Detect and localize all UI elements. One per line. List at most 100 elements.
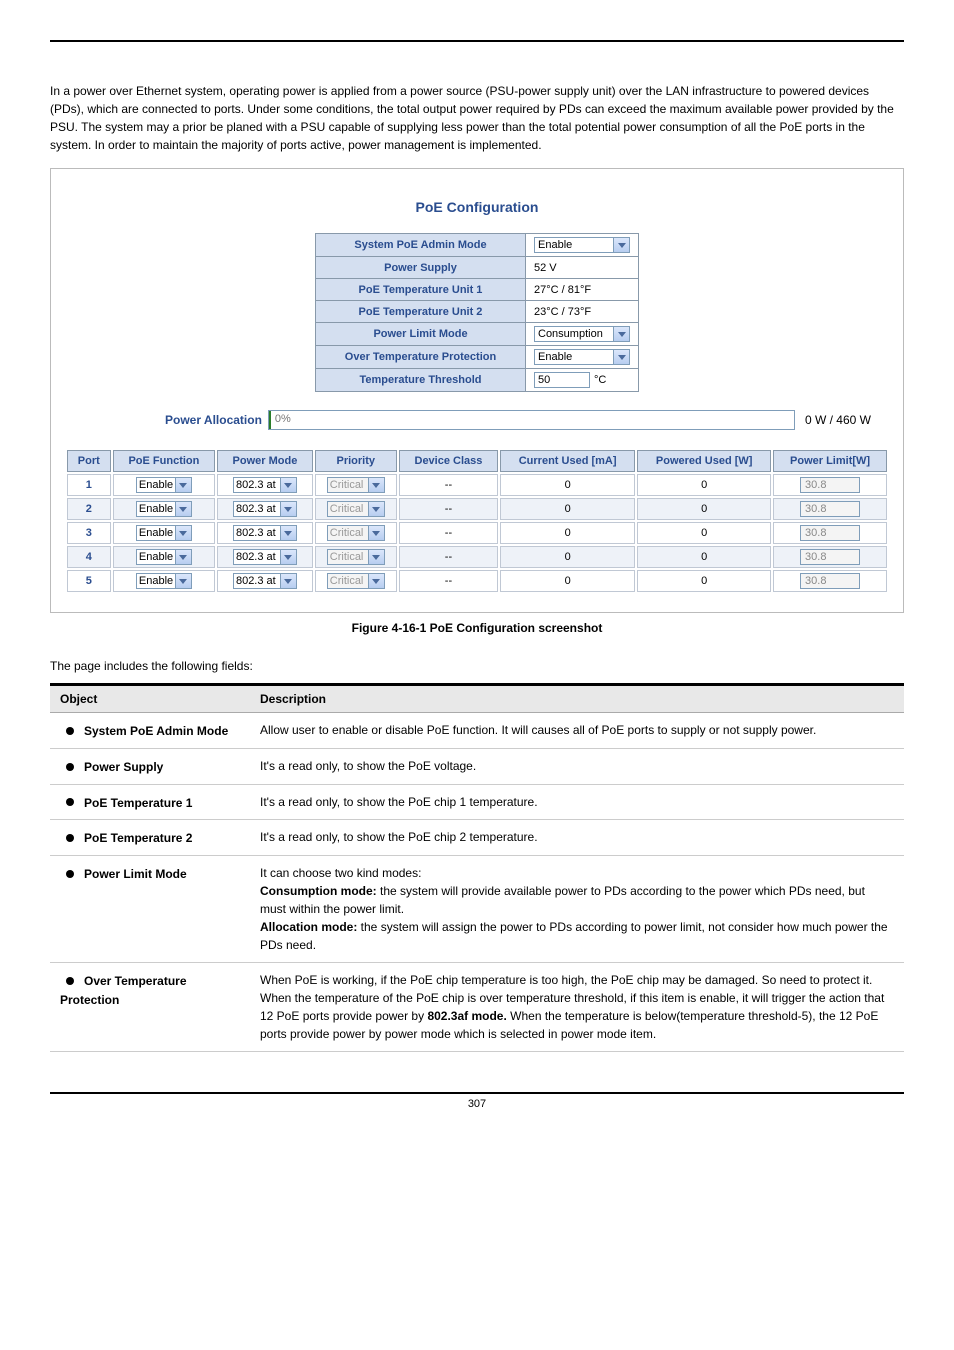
cell-device-class: -- xyxy=(399,570,498,592)
cell-device-class: -- xyxy=(399,522,498,544)
cell-object: Over Temperature Protection xyxy=(50,963,250,1052)
chevron-down-icon xyxy=(613,238,629,252)
cell-current-used: 0 xyxy=(500,498,635,520)
select-power-mode[interactable]: 802.3 at xyxy=(233,525,297,541)
intro-text: In a power over Ethernet system, operati… xyxy=(50,82,904,154)
cell-port: 5 xyxy=(67,570,111,592)
bottom-rule xyxy=(50,1092,904,1094)
cell-powered-used: 0 xyxy=(637,570,771,592)
select-priority[interactable]: Critical xyxy=(327,549,385,565)
bullet-icon xyxy=(66,834,74,842)
top-rule xyxy=(50,40,904,42)
cell-port: 4 xyxy=(67,546,111,568)
select-priority[interactable]: Critical xyxy=(327,525,385,541)
input-power-limit[interactable]: 30.8 xyxy=(800,501,860,517)
input-power-limit[interactable]: 30.8 xyxy=(800,477,860,493)
chevron-down-icon xyxy=(175,478,191,492)
col-description: Description xyxy=(250,685,904,713)
select-priority[interactable]: Critical xyxy=(327,573,385,589)
cell-description: It's a read only, to show the PoE chip 1… xyxy=(250,784,904,820)
col-powered-used: Powered Used [W] xyxy=(637,450,771,472)
select-poe-function[interactable]: Enable xyxy=(136,573,192,589)
object-table: Object Description System PoE Admin Mode… xyxy=(50,683,904,1052)
chevron-down-icon xyxy=(175,550,191,564)
input-temp-threshold[interactable]: 50 xyxy=(534,372,590,388)
figure-caption: Figure 4-16-1 PoE Configuration screensh… xyxy=(50,621,904,635)
cell-object: Power Limit Mode xyxy=(50,856,250,963)
select-power-mode[interactable]: 802.3 at xyxy=(233,573,297,589)
label-otp: Over Temperature Protection xyxy=(316,346,526,369)
value-power-supply: 52 V xyxy=(526,257,639,279)
chevron-down-icon xyxy=(175,574,191,588)
select-priority[interactable]: Critical xyxy=(327,477,385,493)
select-poe-function[interactable]: Enable xyxy=(136,549,192,565)
label-power-limit-mode: Power Limit Mode xyxy=(316,323,526,346)
chevron-down-icon xyxy=(613,350,629,364)
chevron-down-icon xyxy=(368,550,384,564)
chevron-down-icon xyxy=(368,478,384,492)
bullet-icon xyxy=(66,798,74,806)
power-allocation-fill xyxy=(269,411,271,429)
page-number: 307 xyxy=(50,1098,904,1110)
cell-description: When PoE is working, if the PoE chip tem… xyxy=(250,963,904,1052)
select-priority[interactable]: Critical xyxy=(327,501,385,517)
chevron-down-icon xyxy=(368,502,384,516)
select-power-mode[interactable]: 802.3 at xyxy=(233,501,297,517)
input-power-limit[interactable]: 30.8 xyxy=(800,549,860,565)
cell-powered-used: 0 xyxy=(637,498,771,520)
select-otp[interactable]: Enable xyxy=(534,349,630,365)
input-power-limit[interactable]: 30.8 xyxy=(800,525,860,541)
unit-celsius: °C xyxy=(594,374,606,386)
table-row: 5Enable802.3 atCritical--0030.8 xyxy=(67,570,887,592)
table-row: System PoE Admin ModeAllow user to enabl… xyxy=(50,713,904,749)
chevron-down-icon xyxy=(613,327,629,341)
cell-device-class: -- xyxy=(399,498,498,520)
col-power-mode: Power Mode xyxy=(217,450,312,472)
select-power-limit-mode[interactable]: Consumption xyxy=(534,326,630,342)
cell-current-used: 0 xyxy=(500,522,635,544)
select-poe-function[interactable]: Enable xyxy=(136,525,192,541)
cell-current-used: 0 xyxy=(500,570,635,592)
label-temp-unit2: PoE Temperature Unit 2 xyxy=(316,301,526,323)
bullet-icon xyxy=(66,977,74,985)
col-device-class: Device Class xyxy=(399,450,498,472)
table-row: PoE Temperature 2It's a read only, to sh… xyxy=(50,820,904,856)
input-power-limit[interactable]: 30.8 xyxy=(800,573,860,589)
cell-description: It can choose two kind modes:Consumption… xyxy=(250,856,904,963)
cell-object: Power Supply xyxy=(50,748,250,784)
cell-port: 1 xyxy=(67,474,111,496)
power-allocation-percent: 0% xyxy=(275,413,291,425)
table-row: Power Limit ModeIt can choose two kind m… xyxy=(50,856,904,963)
table-row: Power SupplyIt's a read only, to show th… xyxy=(50,748,904,784)
cell-device-class: -- xyxy=(399,546,498,568)
chevron-down-icon xyxy=(280,550,296,564)
select-power-mode[interactable]: 802.3 at xyxy=(233,549,297,565)
power-allocation-row: Power Allocation 0% 0 W / 460 W xyxy=(165,410,871,430)
cell-object: PoE Temperature 1 xyxy=(50,784,250,820)
value-temp-unit1: 27°C / 81°F xyxy=(526,279,639,301)
bullet-icon xyxy=(66,727,74,735)
table-row: 2Enable802.3 atCritical--0030.8 xyxy=(67,498,887,520)
table-row: 3Enable802.3 atCritical--0030.8 xyxy=(67,522,887,544)
cell-port: 2 xyxy=(67,498,111,520)
select-admin-mode[interactable]: Enable xyxy=(534,237,630,253)
poe-settings-table: System PoE Admin Mode Enable Power Suppl… xyxy=(315,233,639,392)
cell-description: It's a read only, to show the PoE chip 2… xyxy=(250,820,904,856)
cell-object: System PoE Admin Mode xyxy=(50,713,250,749)
cell-powered-used: 0 xyxy=(637,474,771,496)
col-port: Port xyxy=(67,450,111,472)
bullet-icon xyxy=(66,763,74,771)
chevron-down-icon xyxy=(280,526,296,540)
table-row: Over Temperature ProtectionWhen PoE is w… xyxy=(50,963,904,1052)
power-allocation-watts: 0 W / 460 W xyxy=(805,413,871,427)
cell-current-used: 0 xyxy=(500,474,635,496)
label-temp-threshold: Temperature Threshold xyxy=(316,369,526,392)
select-power-mode[interactable]: 802.3 at xyxy=(233,477,297,493)
table-row: 1Enable802.3 atCritical--0030.8 xyxy=(67,474,887,496)
col-current-used: Current Used [mA] xyxy=(500,450,635,472)
label-power-supply: Power Supply xyxy=(316,257,526,279)
poe-config-title: PoE Configuration xyxy=(65,199,889,215)
select-poe-function[interactable]: Enable xyxy=(136,501,192,517)
select-poe-function[interactable]: Enable xyxy=(136,477,192,493)
chevron-down-icon xyxy=(368,574,384,588)
